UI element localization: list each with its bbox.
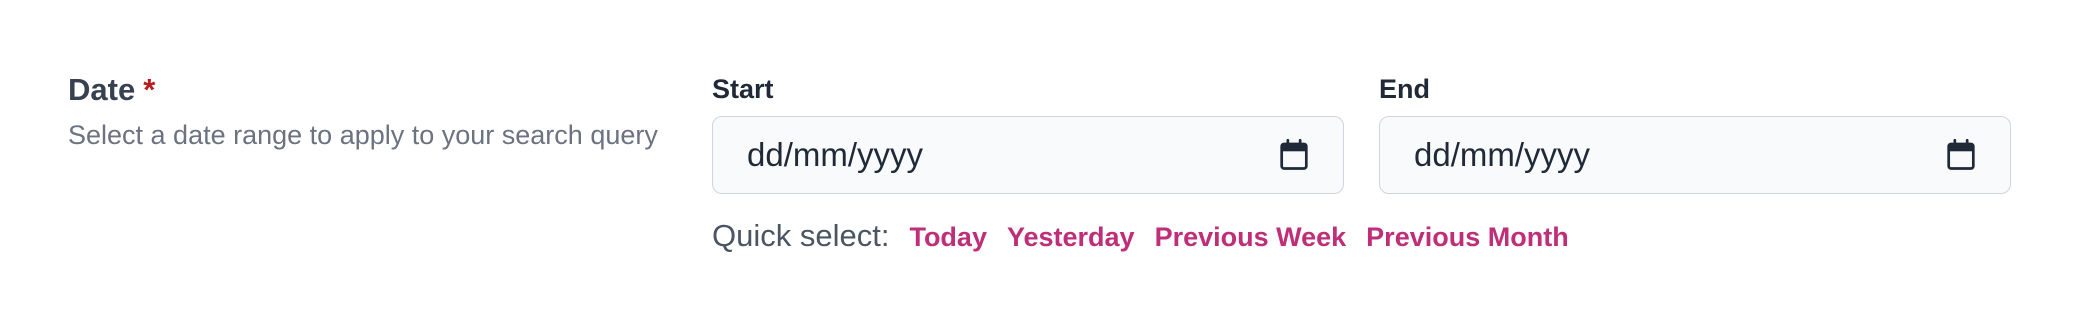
end-date-input[interactable]: dd/mm/yyyy — [1379, 116, 2011, 194]
calendar-icon[interactable] — [1946, 139, 1976, 171]
start-date-placeholder: dd/mm/yyyy — [747, 136, 924, 173]
end-date-placeholder: dd/mm/yyyy — [1414, 136, 1591, 173]
quick-select-previous-week[interactable]: Previous Week — [1155, 222, 1347, 253]
required-marker: * — [143, 72, 156, 107]
field-label: Date * — [68, 70, 658, 110]
start-date-input[interactable]: dd/mm/yyyy — [712, 116, 1344, 194]
field-label-text: Date — [68, 72, 136, 107]
quick-select: Quick select: Today Yesterday Previous W… — [712, 218, 1589, 254]
calendar-icon[interactable] — [1279, 139, 1309, 171]
field-info: Date * Select a date range to apply to yo… — [68, 70, 658, 156]
start-date-group: Start dd/mm/yyyy — [712, 72, 1346, 194]
end-date-label: End — [1379, 74, 1430, 104]
quick-select-previous-month[interactable]: Previous Month — [1366, 222, 1569, 253]
quick-select-label: Quick select: — [712, 218, 890, 253]
quick-select-yesterday[interactable]: Yesterday — [1007, 222, 1135, 253]
end-date-group: End dd/mm/yyyy — [1379, 72, 2013, 194]
quick-select-today[interactable]: Today — [909, 222, 987, 253]
field-description: Select a date range to apply to your sea… — [68, 120, 658, 150]
date-range-field: Date * Select a date range to apply to yo… — [0, 0, 2078, 332]
start-date-label: Start — [712, 74, 774, 104]
